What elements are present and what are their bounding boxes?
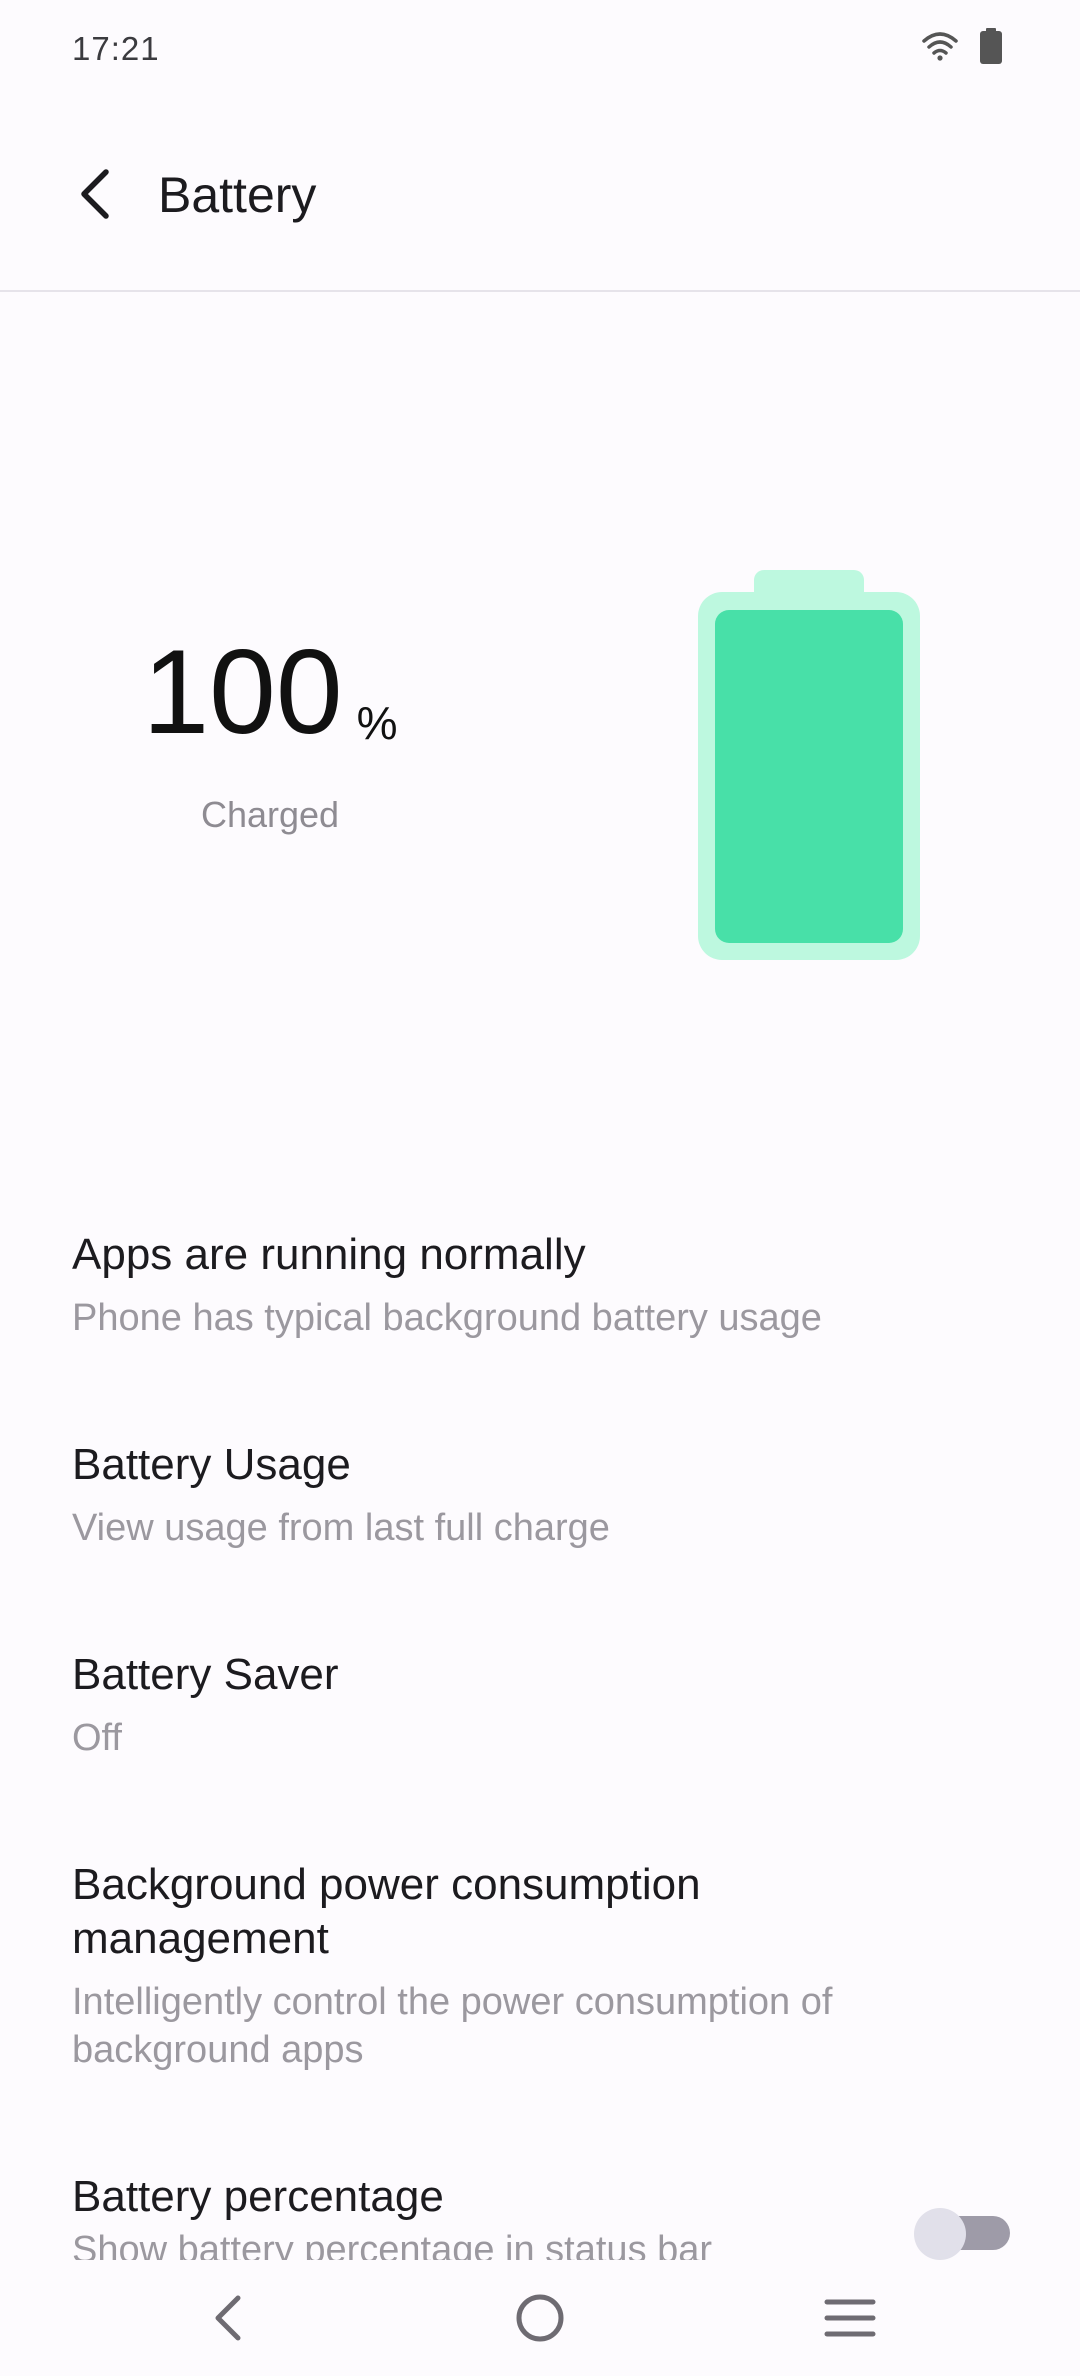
item-title: Apps are running normally <box>72 1230 586 1279</box>
home-icon <box>514 2292 566 2349</box>
toggle-thumb <box>914 2208 966 2260</box>
back-icon <box>208 2292 248 2349</box>
battery-graphic <box>698 570 920 960</box>
item-summary-clipped: Show battery percentage in status bar <box>72 2226 772 2260</box>
nav-recents-button[interactable] <box>810 2280 890 2360</box>
chevron-left-icon <box>76 168 116 225</box>
wifi-icon <box>922 31 958 66</box>
battery-percentage-toggle[interactable] <box>914 2208 1010 2260</box>
menu-icon <box>823 2296 877 2345</box>
item-title: Battery percentage <box>72 2172 444 2221</box>
status-time: 17:21 <box>72 30 160 67</box>
battery-level-unit: % <box>356 697 398 749</box>
list-item-battery-usage[interactable]: Battery Usage View usage from last full … <box>72 1438 1008 1552</box>
battery-status: Charged <box>200 794 340 835</box>
list-item-apps-running[interactable]: Apps are running normally Phone has typi… <box>72 1228 1008 1342</box>
item-title: Battery Usage <box>72 1440 351 1489</box>
nav-home-button[interactable] <box>500 2280 580 2360</box>
status-icons <box>922 28 1002 69</box>
battery-graphic-fill <box>715 610 903 943</box>
nav-back-button[interactable] <box>188 2280 268 2360</box>
item-title: Battery Saver <box>72 1650 339 1699</box>
item-summary: View usage from last full charge <box>72 1507 610 1549</box>
list-item-battery-saver[interactable]: Battery Saver Off <box>72 1648 1008 1762</box>
top-app-bar: Battery <box>0 100 1080 292</box>
item-summary: Phone has typical background battery usa… <box>72 1297 822 1339</box>
item-summary: Off <box>72 1717 122 1759</box>
item-summary: Intelligently control the power consumpt… <box>72 1981 833 2071</box>
navigation-bar <box>0 2260 1080 2376</box>
item-summary: Show battery percentage in status bar <box>72 2229 713 2260</box>
back-button[interactable] <box>60 160 132 232</box>
item-title: Background power consumption management <box>72 1860 701 1963</box>
battery-level-block: 100 % Charged <box>130 632 410 836</box>
battery-hero: 100 % Charged <box>0 292 1080 1132</box>
list-item-background-power[interactable]: Background power consumption management … <box>72 1858 908 2074</box>
page-title: Battery <box>158 167 317 223</box>
list-item-battery-percentage[interactable]: Battery percentage <box>72 2170 1008 2224</box>
battery-icon <box>980 28 1002 69</box>
status-bar: 17:21 <box>0 0 1080 100</box>
battery-level-value: 100 <box>142 625 343 759</box>
